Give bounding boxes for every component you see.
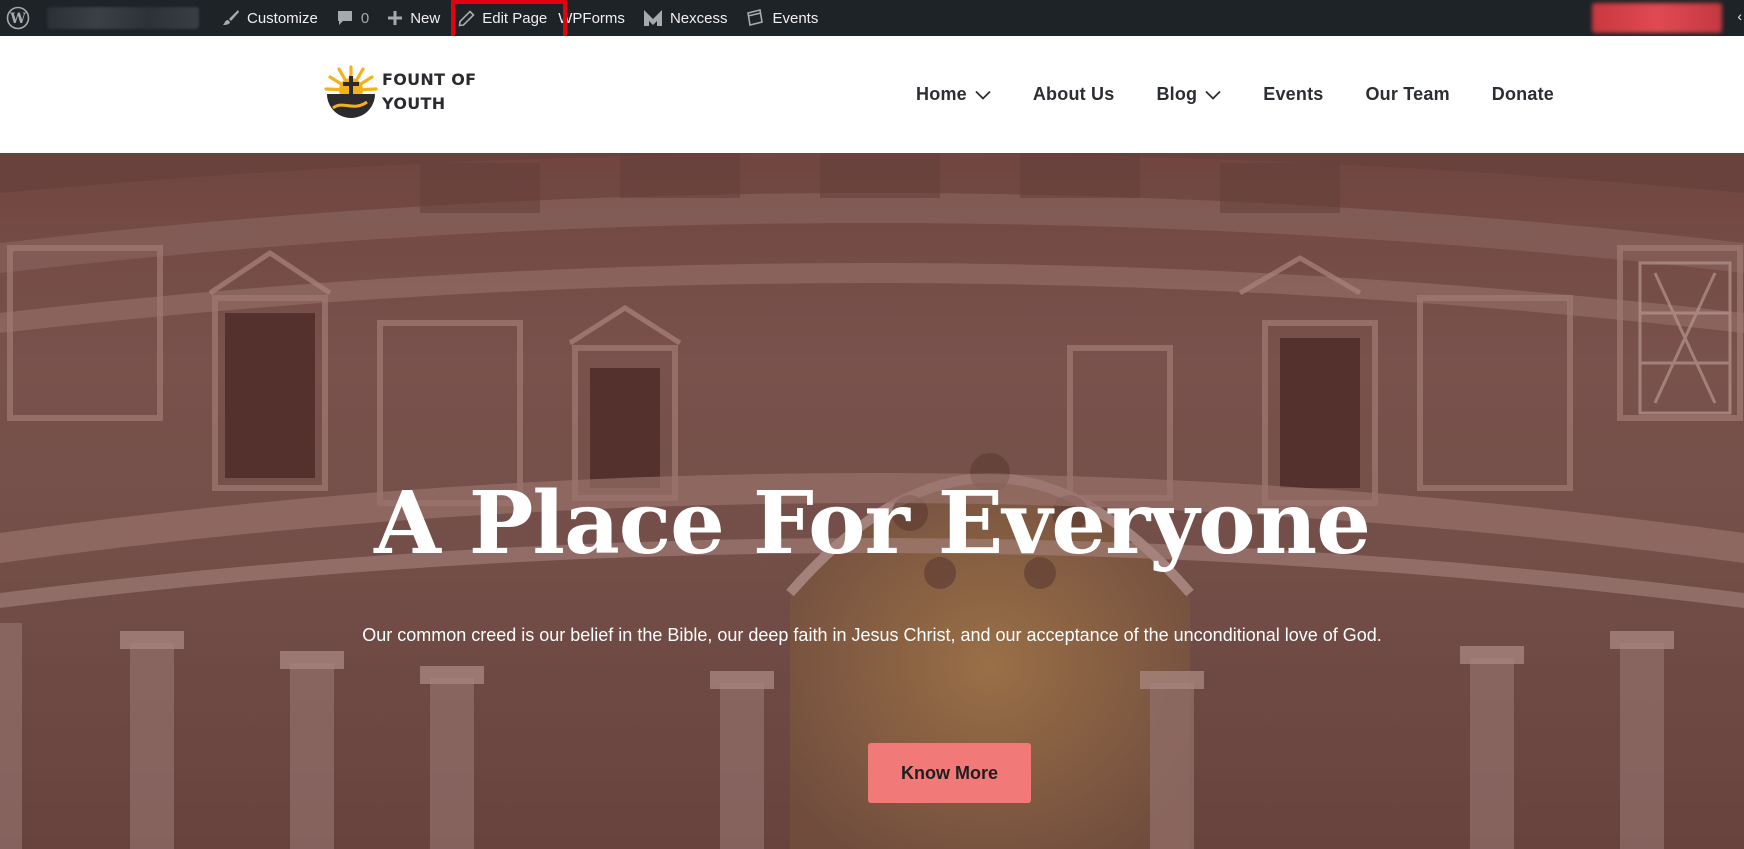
hero-section: A Place For Everyone Our common creed is…	[0, 153, 1744, 849]
account-menu-blurred[interactable]	[1592, 3, 1722, 33]
comments-link[interactable]: 0	[327, 0, 378, 36]
edit-page-label: Edit Page	[482, 9, 548, 27]
main-navigation: Home About Us Blog Events Our Team Donat…	[874, 36, 1554, 153]
edit-page-link[interactable]: Edit Page	[449, 0, 556, 36]
nav-events-label: Events	[1263, 84, 1324, 104]
nav-about-label: About Us	[1032, 84, 1115, 104]
nav-item-our-team[interactable]: Our Team	[1365, 84, 1449, 105]
svg-text:W: W	[9, 11, 26, 27]
events-link[interactable]: Events	[736, 0, 827, 36]
nav-item-about-us[interactable]: About Us	[1033, 84, 1115, 105]
events-label: Events	[772, 9, 819, 27]
nexcess-label: Nexcess	[669, 9, 728, 27]
logo-text-line2: YOUTH	[382, 94, 446, 113]
logo-text-line1: FOUNT OF	[382, 70, 477, 89]
new-content-link[interactable]: New	[378, 0, 449, 36]
nav-item-home[interactable]: Home	[916, 84, 991, 105]
site-logo[interactable]: FOUNT OF YOUTH	[323, 64, 476, 120]
adminbar-edge-glyph: ‹	[1737, 8, 1742, 24]
wpforms-link[interactable]: WPForms	[556, 0, 634, 36]
logo-cross-icon	[324, 65, 378, 118]
nav-home-label: Home	[916, 84, 967, 104]
nav-donate-label: Donate	[1491, 84, 1554, 104]
nav-item-donate[interactable]: Donate	[1492, 84, 1554, 105]
events-icon	[747, 9, 764, 26]
wp-logo-menu[interactable]: W	[0, 0, 47, 36]
logo-text: FOUNT OF YOUTH	[382, 68, 476, 116]
comment-icon	[337, 11, 352, 25]
comments-count: 0	[360, 9, 370, 27]
site-header: FOUNT OF YOUTH Home About Us Blog Events…	[0, 36, 1744, 153]
plus-icon	[388, 11, 403, 25]
paintbrush-icon	[223, 10, 239, 25]
nexcess-icon	[643, 10, 662, 26]
hero-subtitle: Our common creed is our belief in the Bi…	[362, 625, 1382, 645]
know-more-button[interactable]: Know More	[868, 743, 1031, 803]
nexcess-link[interactable]: Nexcess	[634, 0, 737, 36]
new-label: New	[410, 9, 441, 27]
pencil-icon	[458, 9, 475, 26]
chevron-down-icon	[1205, 90, 1221, 100]
customize-label: Customize	[247, 9, 318, 27]
site-name-blurred[interactable]	[47, 7, 199, 29]
customize-link[interactable]: Customize	[213, 0, 327, 36]
wordpress-icon: W	[6, 6, 30, 30]
nav-item-events[interactable]: Events	[1263, 84, 1323, 105]
wp-admin-bar: W Customize 0 New Edit Page WPForms Nexc…	[0, 0, 1744, 36]
nav-blog-label: Blog	[1156, 84, 1198, 104]
nav-team-label: Our Team	[1365, 84, 1450, 104]
hero-title: A Place For Everyone	[374, 473, 1371, 574]
nav-item-blog[interactable]: Blog	[1156, 84, 1221, 105]
chevron-down-icon	[975, 90, 991, 100]
wpforms-label: WPForms	[558, 9, 625, 27]
